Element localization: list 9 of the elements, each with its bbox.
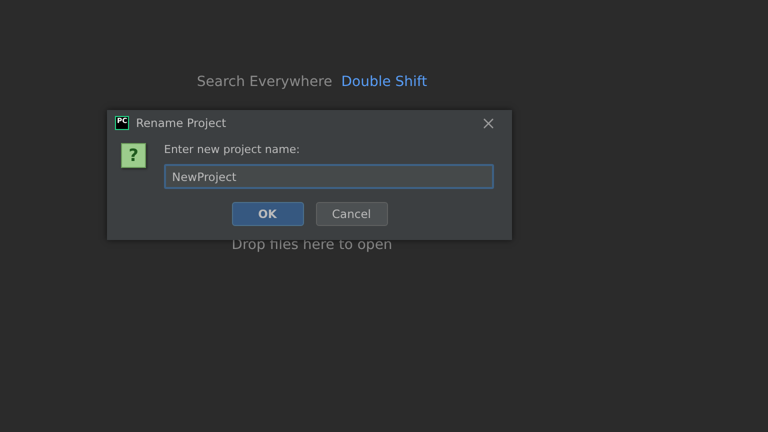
cancel-button[interactable]: Cancel [316, 202, 388, 226]
ok-button[interactable]: OK [232, 202, 304, 226]
project-name-field[interactable]: NewProject [164, 164, 494, 189]
shortcut-text: Double Shift [341, 74, 428, 90]
question-icon: ? [121, 143, 146, 168]
hint-text: Search Everywhere [196, 74, 332, 90]
close-icon[interactable] [483, 118, 494, 128]
prompt-label: Enter new project name: [164, 143, 301, 156]
dialog-title: Rename Project [136, 116, 228, 130]
